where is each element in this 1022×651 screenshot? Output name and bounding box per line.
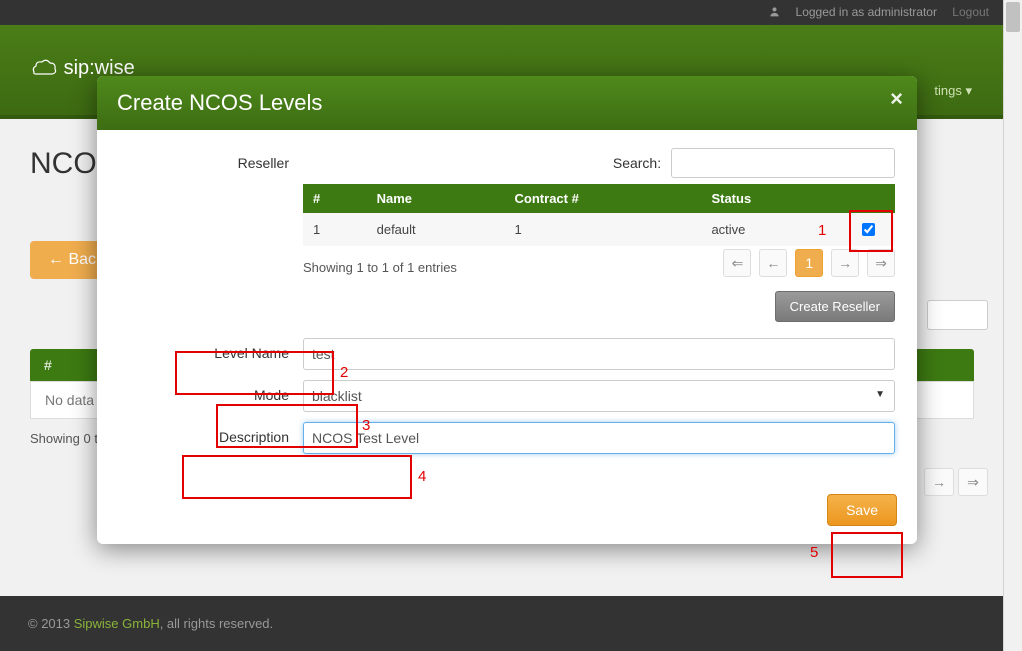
cell-contract: 1 (505, 213, 702, 246)
modal-title: Create NCOS Levels (117, 90, 322, 115)
level-name-row: Level Name (119, 338, 895, 370)
mode-label: Mode (119, 380, 303, 403)
mode-select[interactable]: blacklist (303, 380, 895, 412)
topbar: Logged in as administrator Logout (0, 0, 1004, 25)
cell-name: default (367, 213, 505, 246)
search-line: Search: (303, 148, 895, 178)
scrollbar-thumb[interactable] (1006, 2, 1020, 32)
pager: ⇐ ← 1 → ⇒ (719, 249, 895, 277)
save-button[interactable]: Save (827, 494, 897, 526)
footer-company-link[interactable]: Sipwise GmbH (74, 616, 160, 631)
bg-pager-next[interactable]: → (924, 468, 954, 496)
modal-create-ncos: Create NCOS Levels × Reseller Search: # … (97, 76, 917, 544)
scrollbar[interactable] (1003, 0, 1022, 651)
logout-link[interactable]: Logout (952, 5, 989, 19)
pager-prev[interactable]: ← (759, 249, 787, 277)
pager-last[interactable]: ⇒ (867, 249, 895, 277)
bg-search-fragment (927, 300, 988, 330)
user-icon (769, 1, 780, 26)
reseller-row: Reseller Search: # Name Contract # Statu… (119, 148, 895, 322)
table-row[interactable]: 1 default 1 active (303, 213, 895, 246)
search-input[interactable] (671, 148, 895, 178)
reseller-label: Reseller (119, 148, 303, 171)
description-input[interactable] (303, 422, 895, 454)
reseller-table: # Name Contract # Status 1 default 1 act… (303, 184, 895, 246)
footer: © 2013 Sipwise GmbH, all rights reserved… (0, 596, 1004, 651)
th-contract[interactable]: Contract # (505, 184, 702, 213)
bg-search-input[interactable] (927, 300, 988, 330)
pager-first[interactable]: ⇐ (723, 249, 751, 277)
level-name-label: Level Name (119, 338, 303, 361)
footer-rest: , all rights reserved. (160, 616, 273, 631)
th-status[interactable]: Status (701, 184, 841, 213)
row-select-checkbox[interactable] (862, 223, 875, 236)
logged-in-text: Logged in as administrator (796, 5, 937, 19)
pager-next[interactable]: → (831, 249, 859, 277)
create-reseller-button[interactable]: Create Reseller (775, 291, 895, 322)
bg-pager-last[interactable]: ⇒ (958, 468, 988, 496)
description-label: Description (119, 422, 303, 445)
level-name-input[interactable] (303, 338, 895, 370)
cell-status: active (701, 213, 841, 246)
th-num[interactable]: # (303, 184, 367, 213)
close-icon[interactable]: × (890, 86, 903, 112)
cell-num: 1 (303, 213, 367, 246)
modal-footer: Save (97, 482, 917, 544)
search-label: Search: (613, 155, 661, 171)
footer-copyright: © 2013 (28, 616, 74, 631)
pager-page-1[interactable]: 1 (795, 249, 823, 277)
mode-row: Mode blacklist (119, 380, 895, 412)
nav-settings-fragment[interactable]: tings ▾ (934, 83, 972, 99)
th-select (841, 184, 895, 213)
chevron-down-icon: ▾ (965, 83, 972, 98)
description-row: Description (119, 422, 895, 454)
th-name[interactable]: Name (367, 184, 505, 213)
modal-header: Create NCOS Levels × (97, 76, 917, 130)
bg-pager-fragment: →⇒ (920, 468, 988, 496)
